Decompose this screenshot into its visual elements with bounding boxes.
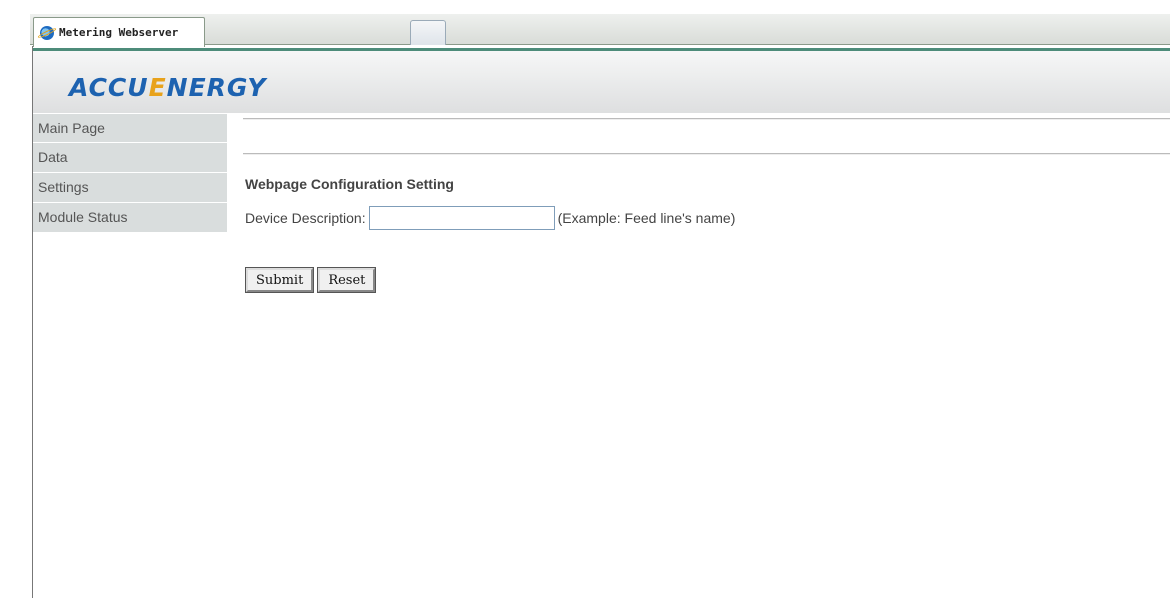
internet-explorer-icon bbox=[40, 25, 54, 40]
divider-bottom bbox=[243, 153, 1170, 155]
sidebar-item-data[interactable]: Data bbox=[33, 143, 227, 173]
new-tab-button[interactable] bbox=[410, 20, 446, 45]
form-buttons: Submit Reset bbox=[244, 267, 377, 293]
sidebar-item-main-page[interactable]: Main Page bbox=[33, 113, 227, 143]
main-content: Webpage Configuration Setting Device Des… bbox=[227, 113, 1170, 598]
device-description-input[interactable] bbox=[368, 206, 555, 230]
sidebar-item-settings[interactable]: Settings bbox=[33, 173, 227, 203]
device-description-row: Device Description: (Example: Feed line'… bbox=[245, 206, 735, 230]
accuenergy-logo: ACCUENERGY bbox=[69, 73, 267, 102]
submit-button[interactable]: Submit bbox=[244, 267, 315, 293]
device-description-hint: (Example: Feed line's name) bbox=[557, 210, 736, 226]
browser-tab-metering-webserver[interactable]: Metering Webserver bbox=[33, 17, 205, 47]
sidebar-item-module-status[interactable]: Module Status bbox=[33, 203, 227, 233]
sidebar-nav: Main Page Data Settings Module Status bbox=[33, 113, 227, 598]
page-header: ACCUENERGY bbox=[33, 48, 1170, 113]
browser-tab-title: Metering Webserver bbox=[59, 26, 179, 39]
device-description-label: Device Description: bbox=[245, 210, 366, 226]
section-title: Webpage Configuration Setting bbox=[245, 176, 454, 192]
reset-button[interactable]: Reset bbox=[317, 267, 377, 293]
divider-top bbox=[243, 118, 1170, 120]
browser-tab-bar: Metering Webserver bbox=[30, 14, 1170, 47]
